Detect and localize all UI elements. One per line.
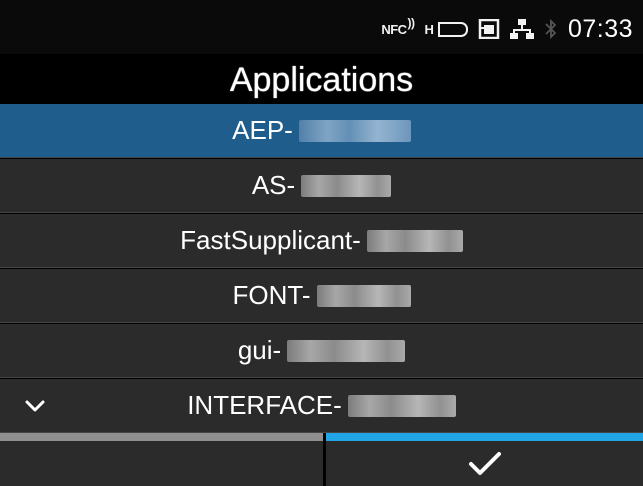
redacted-version xyxy=(347,394,456,417)
sd-card-icon xyxy=(478,19,500,39)
list-item-label: FONT- xyxy=(232,280,311,310)
list-item[interactable]: AS- xyxy=(0,159,643,213)
confirm-button[interactable] xyxy=(326,433,643,486)
redacted-version xyxy=(366,229,463,252)
list-item-label: gui- xyxy=(237,335,282,365)
bottom-bar xyxy=(0,433,643,486)
clock: 07:33 xyxy=(567,14,633,43)
status-icons: NFC)) H 07:33 xyxy=(381,12,633,46)
list-item[interactable]: FastSupplicant- xyxy=(0,214,643,268)
battery-prefix: H xyxy=(424,21,434,37)
printer-screen: NFC)) H 07:33 Applications AEP- AS- Fast… xyxy=(0,0,643,486)
status-bar: NFC)) H 07:33 xyxy=(0,0,643,54)
nfc-icon: NFC)) xyxy=(381,15,415,37)
redacted-version xyxy=(287,339,406,362)
list-item[interactable]: gui- xyxy=(0,324,643,378)
chevron-down-icon[interactable] xyxy=(22,393,48,419)
list-item-label: INTERFACE- xyxy=(187,390,342,420)
page-title: Applications xyxy=(229,61,414,99)
list-item-label: AEP- xyxy=(232,115,293,145)
redacted-version xyxy=(316,284,411,307)
redacted-version xyxy=(301,174,392,197)
list-item-label: FastSupplicant- xyxy=(180,225,361,255)
applications-list: AEP- AS- FastSupplicant- FONT- gui- INTE… xyxy=(0,104,643,434)
list-item[interactable]: INTERFACE- xyxy=(0,379,643,433)
list-item-label: AS- xyxy=(251,170,296,200)
back-button[interactable] xyxy=(0,433,323,486)
lan-icon xyxy=(509,19,534,39)
nfc-label: NFC xyxy=(381,21,407,37)
battery-icon: H xyxy=(424,21,468,37)
bluetooth-icon xyxy=(545,18,557,40)
list-item[interactable]: FONT- xyxy=(0,269,643,323)
list-item[interactable]: AEP- xyxy=(0,104,643,158)
redacted-version xyxy=(298,119,411,142)
checkmark-icon xyxy=(468,451,501,475)
